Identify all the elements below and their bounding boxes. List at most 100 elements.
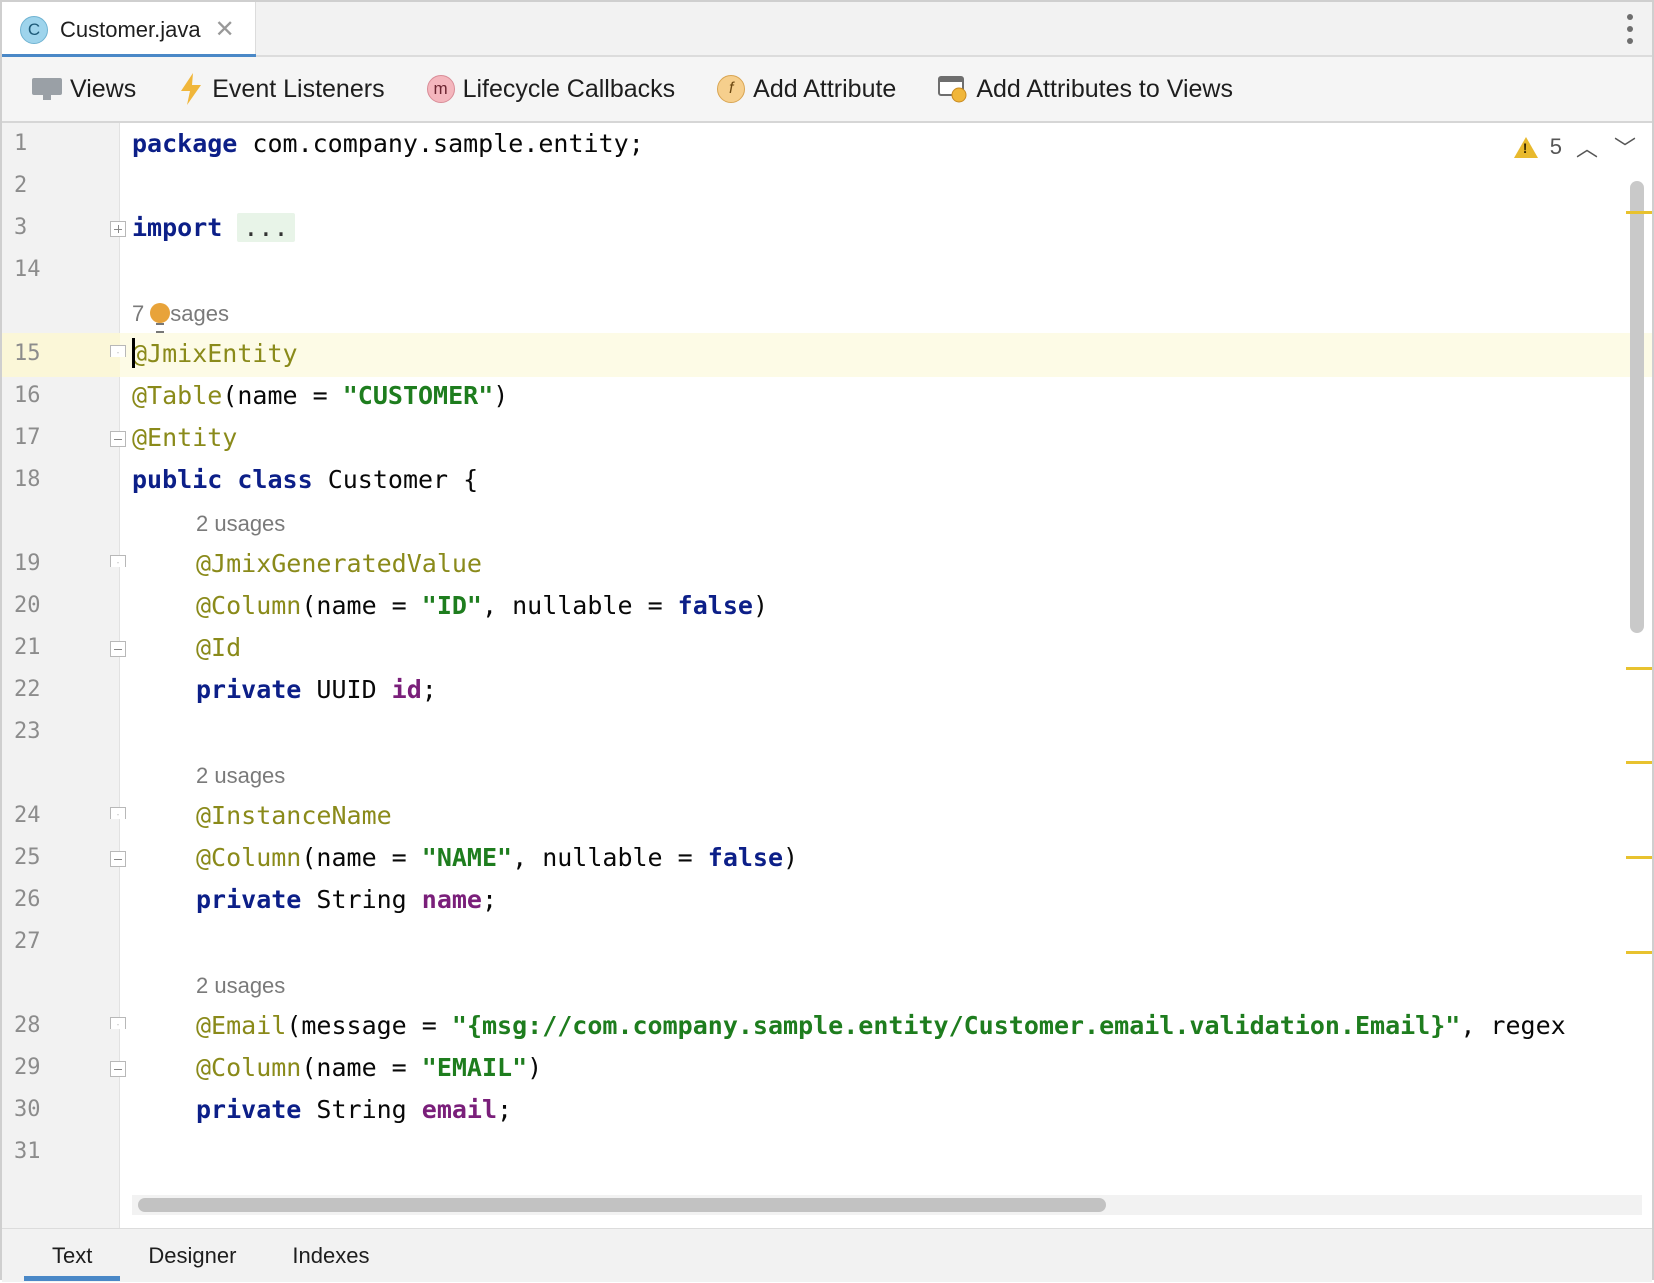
- fold-start-icon[interactable]: [110, 345, 126, 357]
- fold-start-icon[interactable]: [110, 1017, 126, 1029]
- usages-hint[interactable]: 2 usages: [196, 763, 285, 789]
- code-line-19[interactable]: 19 @JmixGeneratedValue: [2, 543, 1652, 587]
- usages-hint[interactable]: 2 usages: [196, 511, 285, 537]
- view-field-icon: [938, 75, 968, 103]
- editor-tab-bar: C Customer.java ✕: [2, 2, 1652, 59]
- warning-count: 5: [1549, 134, 1562, 159]
- code-line-29[interactable]: 29 @Column(name = "EMAIL"): [2, 1047, 1652, 1091]
- code-text: @Column(name = "NAME", nullable = false): [196, 843, 799, 872]
- warning-stripe-marker[interactable]: [1626, 761, 1652, 764]
- tab-designer[interactable]: Designer: [120, 1229, 264, 1283]
- warning-icon: [1513, 136, 1538, 158]
- code-line-2[interactable]: 2: [2, 165, 1652, 209]
- expand-fold-icon[interactable]: [110, 221, 126, 237]
- fold-end-icon[interactable]: [110, 1061, 126, 1077]
- code-text: private UUID id;: [196, 675, 437, 704]
- line-number: 21: [14, 635, 41, 660]
- tab-indexes[interactable]: Indexes: [264, 1229, 397, 1283]
- code-line-26[interactable]: 26 private String name;: [2, 879, 1652, 923]
- more-options-icon[interactable]: [1626, 14, 1634, 44]
- lifecycle-callbacks-button[interactable]: m Lifecycle Callbacks: [426, 74, 676, 104]
- warning-stripe-marker[interactable]: [1626, 951, 1652, 954]
- code-line-15[interactable]: 15 @JmixEntity: [2, 333, 1652, 377]
- line-number: 24: [14, 803, 41, 828]
- code-line-21[interactable]: 21 @Id: [2, 627, 1652, 671]
- warning-stripe-marker[interactable]: [1626, 667, 1652, 670]
- code-line-20[interactable]: 20 @Column(name = "ID", nullable = false…: [2, 585, 1652, 629]
- code-text: @Column(name = "EMAIL"): [196, 1053, 543, 1082]
- entity-designer-toolbar: Views Event Listeners m Lifecycle Callba…: [2, 57, 1652, 123]
- usages-hint-row: 2 usages: [2, 963, 1652, 1007]
- usages-hint-row: 2 usages: [2, 753, 1652, 797]
- code-line-23[interactable]: 23: [2, 711, 1652, 755]
- chevron-down-icon[interactable]: ﹀: [1612, 131, 1638, 163]
- close-icon[interactable]: ✕: [215, 17, 235, 42]
- code-line-1[interactable]: 1 package com.company.sample.entity;: [2, 123, 1652, 167]
- line-number: 26: [14, 887, 41, 912]
- code-text: @Email(message = "{msg://com.company.sam…: [196, 1011, 1566, 1040]
- inspection-widget[interactable]: 5 ︿ ﹀: [1513, 131, 1638, 163]
- fold-end-icon[interactable]: [110, 641, 126, 657]
- vertical-scrollbar[interactable]: [1630, 181, 1644, 633]
- code-line-17[interactable]: 17 @Entity: [2, 417, 1652, 461]
- code-line-16[interactable]: 16 @Table(name = "CUSTOMER"): [2, 375, 1652, 419]
- file-tab-label: Customer.java: [60, 16, 201, 42]
- code-line-18[interactable]: 18 public class Customer {: [2, 459, 1652, 503]
- code-line-24[interactable]: 24 @InstanceName: [2, 795, 1652, 839]
- event-listeners-button[interactable]: Event Listeners: [178, 73, 385, 105]
- views-label: Views: [70, 74, 137, 103]
- line-number: 29: [14, 1055, 41, 1080]
- lightbulb-icon[interactable]: [150, 303, 170, 333]
- line-number: 2: [14, 173, 28, 198]
- field-icon: f: [717, 75, 746, 103]
- code-line-14[interactable]: 14: [2, 249, 1652, 293]
- code-text: @Table(name = "CUSTOMER"): [132, 381, 509, 410]
- code-text: import ...: [132, 213, 295, 242]
- views-button[interactable]: Views: [32, 75, 136, 104]
- lifecycle-callbacks-label: Lifecycle Callbacks: [462, 74, 676, 103]
- fold-end-icon[interactable]: [110, 431, 126, 447]
- line-number: 15: [14, 341, 41, 366]
- method-icon: m: [426, 75, 455, 103]
- usages-hint[interactable]: 7 sages: [132, 301, 229, 327]
- chevron-up-icon[interactable]: ︿: [1574, 131, 1600, 163]
- add-attribute-label: Add Attribute: [753, 74, 897, 103]
- line-number: 22: [14, 677, 41, 702]
- horizontal-scrollbar[interactable]: [138, 1198, 1106, 1212]
- folded-imports[interactable]: ...: [237, 213, 295, 242]
- code-line-3[interactable]: 3 import ...: [2, 207, 1652, 251]
- usages-hint-row: 2 usages: [2, 501, 1652, 545]
- code-text: @JmixGeneratedValue: [196, 549, 482, 578]
- code-editor[interactable]: 1 package com.company.sample.entity; 5 ︿…: [2, 123, 1652, 1228]
- fold-start-icon[interactable]: [110, 555, 126, 567]
- warning-stripe-marker[interactable]: [1626, 211, 1652, 214]
- add-attribute-button[interactable]: f Add Attribute: [717, 75, 896, 104]
- line-number: 18: [14, 467, 41, 492]
- code-text: private String email;: [196, 1095, 513, 1124]
- line-number: 28: [14, 1013, 41, 1038]
- editor-mode-tabs: Text Designer Indexes: [2, 1228, 1652, 1282]
- line-number: 31: [14, 1139, 41, 1164]
- add-attributes-to-views-button[interactable]: Add Attributes to Views: [938, 75, 1233, 104]
- line-number: 19: [14, 551, 41, 576]
- code-text: public class Customer {: [132, 465, 479, 494]
- file-tab-customer-java[interactable]: C Customer.java ✕: [2, 2, 256, 59]
- line-number: 30: [14, 1097, 41, 1122]
- fold-start-icon[interactable]: [110, 807, 126, 819]
- add-attributes-to-views-label: Add Attributes to Views: [976, 74, 1233, 103]
- lightning-bolt-icon: [178, 73, 204, 105]
- code-text: private String name;: [196, 885, 498, 914]
- warning-stripe-marker[interactable]: [1626, 856, 1652, 859]
- code-line-27[interactable]: 27: [2, 921, 1652, 965]
- line-number: 23: [14, 719, 41, 744]
- code-line-28[interactable]: 28 @Email(message = "{msg://com.company.…: [2, 1005, 1652, 1049]
- line-number: 25: [14, 845, 41, 870]
- code-line-31[interactable]: 31: [2, 1131, 1652, 1175]
- line-number: 16: [14, 383, 41, 408]
- tab-text[interactable]: Text: [24, 1229, 121, 1283]
- code-line-25[interactable]: 25 @Column(name = "NAME", nullable = fal…: [2, 837, 1652, 881]
- usages-hint[interactable]: 2 usages: [196, 973, 285, 999]
- fold-end-icon[interactable]: [110, 851, 126, 867]
- code-line-30[interactable]: 30 private String email;: [2, 1089, 1652, 1133]
- code-line-22[interactable]: 22 private UUID id;: [2, 669, 1652, 713]
